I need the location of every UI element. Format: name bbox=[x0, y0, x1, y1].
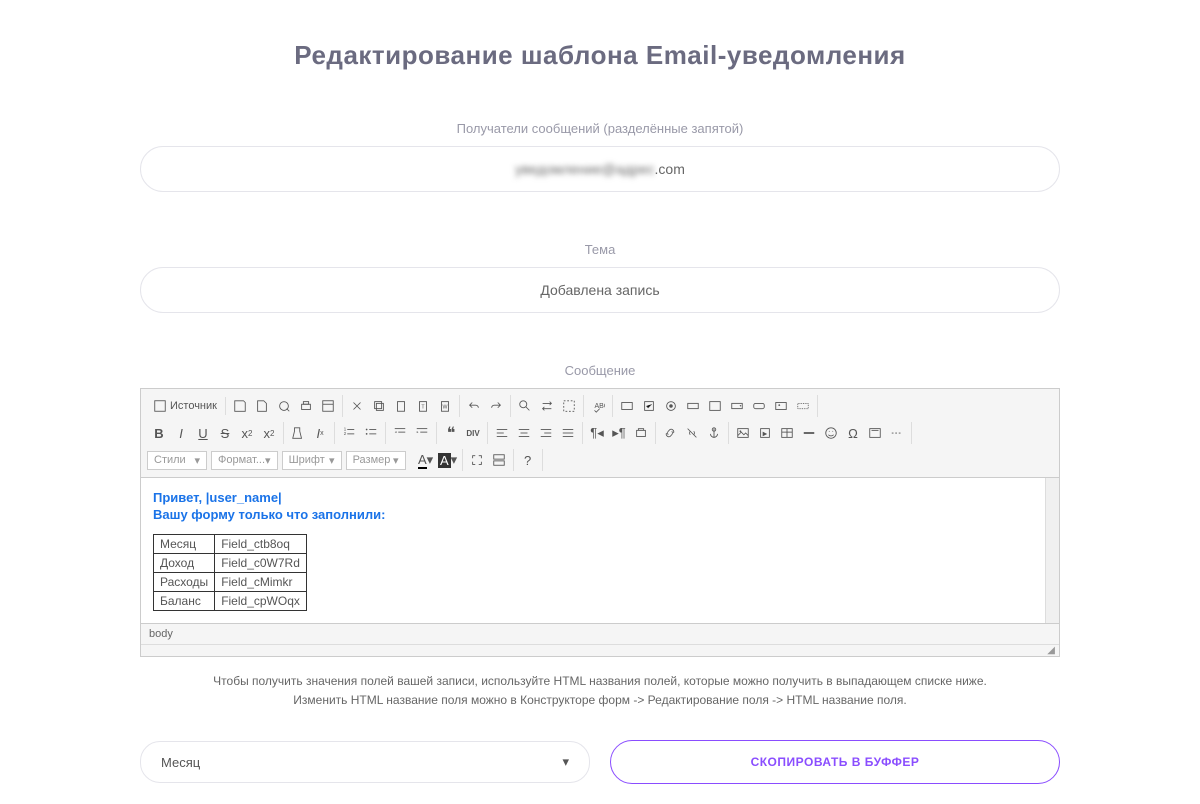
recipients-label: Получатели сообщений (разделённые запято… bbox=[140, 121, 1060, 136]
select-all-icon[interactable] bbox=[558, 395, 580, 417]
format-dropdown[interactable]: Формат...▾ bbox=[211, 451, 278, 470]
align-right-icon[interactable] bbox=[535, 422, 557, 444]
resize-handle[interactable]: ◢ bbox=[141, 644, 1059, 656]
subscript-icon[interactable]: x2 bbox=[236, 422, 258, 444]
subject-label: Тема bbox=[140, 242, 1060, 257]
outdent-icon[interactable] bbox=[389, 422, 411, 444]
svg-text:▶: ▶ bbox=[763, 431, 768, 438]
subject-input[interactable]: Добавлена запись bbox=[140, 267, 1060, 313]
styles-dropdown[interactable]: Стили▾ bbox=[147, 451, 207, 470]
preview-icon[interactable] bbox=[273, 395, 295, 417]
table-row: МесяцField_ctb8oq bbox=[154, 535, 307, 554]
textfield-icon[interactable] bbox=[682, 395, 704, 417]
underline-icon[interactable]: U bbox=[192, 422, 214, 444]
radio-icon[interactable] bbox=[660, 395, 682, 417]
align-left-icon[interactable] bbox=[491, 422, 513, 444]
editor-table: МесяцField_ctb8oq ДоходField_c0W7Rd Расх… bbox=[153, 534, 307, 611]
undo-icon[interactable] bbox=[463, 395, 485, 417]
paste-word-icon[interactable]: W bbox=[434, 395, 456, 417]
show-blocks-icon[interactable] bbox=[488, 449, 510, 471]
svg-text:W: W bbox=[442, 405, 447, 411]
table-row: РасходыField_cMimkr bbox=[154, 573, 307, 592]
language-icon[interactable] bbox=[630, 422, 652, 444]
image-button-icon[interactable] bbox=[770, 395, 792, 417]
unlink-icon[interactable] bbox=[681, 422, 703, 444]
checkbox-icon[interactable] bbox=[638, 395, 660, 417]
align-justify-icon[interactable] bbox=[557, 422, 579, 444]
scrollbar[interactable] bbox=[1045, 478, 1059, 623]
editor-content-area[interactable]: Привет, |user_name| Вашу форму только чт… bbox=[141, 478, 1059, 623]
about-icon[interactable]: ? bbox=[517, 449, 539, 471]
replace-icon[interactable] bbox=[536, 395, 558, 417]
div-icon[interactable]: DIV bbox=[462, 422, 484, 444]
italic-icon[interactable]: I bbox=[170, 422, 192, 444]
paste-text-icon[interactable]: T bbox=[412, 395, 434, 417]
iframe-icon[interactable] bbox=[864, 422, 886, 444]
paste-icon[interactable] bbox=[390, 395, 412, 417]
source-button[interactable]: Источник bbox=[148, 397, 222, 415]
editor-path-bar: body bbox=[141, 623, 1059, 644]
hr-icon[interactable] bbox=[798, 422, 820, 444]
align-center-icon[interactable] bbox=[513, 422, 535, 444]
field-select[interactable]: Месяц ▾ bbox=[140, 741, 590, 783]
textarea-icon[interactable] bbox=[704, 395, 726, 417]
recipients-input[interactable]: уведомление@адрес.com bbox=[140, 146, 1060, 192]
link-icon[interactable] bbox=[659, 422, 681, 444]
find-icon[interactable] bbox=[514, 395, 536, 417]
editor-subhead: Вашу форму только что заполнили: bbox=[153, 507, 1047, 522]
help-text: Чтобы получить значения полей вашей запи… bbox=[140, 672, 1060, 710]
form-icon[interactable] bbox=[616, 395, 638, 417]
spellcheck-icon[interactable]: ABC bbox=[587, 395, 609, 417]
special-char-icon[interactable]: Ω bbox=[842, 422, 864, 444]
editor-path[interactable]: body bbox=[149, 628, 173, 640]
editor-greeting: Привет, |user_name| bbox=[153, 490, 1047, 505]
save-icon[interactable] bbox=[229, 395, 251, 417]
indent-icon[interactable] bbox=[411, 422, 433, 444]
rich-text-editor: Источник T W bbox=[140, 388, 1060, 657]
numbered-list-icon[interactable]: 12 bbox=[338, 422, 360, 444]
image-icon[interactable] bbox=[732, 422, 754, 444]
editor-toolbar: Источник T W bbox=[141, 389, 1059, 478]
field-select-value: Месяц bbox=[161, 755, 200, 770]
svg-text:2: 2 bbox=[344, 431, 347, 436]
source-label: Источник bbox=[170, 400, 217, 412]
smiley-icon[interactable] bbox=[820, 422, 842, 444]
recipients-value-suffix: .com bbox=[655, 161, 685, 177]
recipients-value-blurred: уведомление@адрес bbox=[515, 161, 654, 177]
maximize-icon[interactable] bbox=[466, 449, 488, 471]
bg-color-icon[interactable]: A▾ bbox=[437, 449, 459, 471]
button-icon[interactable] bbox=[748, 395, 770, 417]
pagebreak-icon[interactable] bbox=[886, 422, 908, 444]
table-row: ДоходField_c0W7Rd bbox=[154, 554, 307, 573]
copy-to-buffer-button[interactable]: СКОПИРОВАТЬ В БУФФЕР bbox=[610, 740, 1060, 784]
font-dropdown[interactable]: Шрифт▾ bbox=[282, 451, 342, 470]
anchor-icon[interactable] bbox=[703, 422, 725, 444]
ltr-icon[interactable]: ¶◂ bbox=[586, 422, 608, 444]
remove-format-icon[interactable]: Ix bbox=[309, 422, 331, 444]
table-row: БалансField_cpWOqx bbox=[154, 592, 307, 611]
table-icon[interactable] bbox=[776, 422, 798, 444]
cut-icon[interactable] bbox=[346, 395, 368, 417]
rtl-icon[interactable]: ▸¶ bbox=[608, 422, 630, 444]
bold-icon[interactable]: B bbox=[148, 422, 170, 444]
chevron-down-icon: ▾ bbox=[562, 754, 569, 770]
new-page-icon[interactable] bbox=[251, 395, 273, 417]
copy-icon[interactable] bbox=[368, 395, 390, 417]
page-title: Редактирование шаблона Email-уведомления bbox=[140, 40, 1060, 71]
copy-format-icon[interactable] bbox=[287, 422, 309, 444]
bullet-list-icon[interactable] bbox=[360, 422, 382, 444]
flash-icon[interactable]: ▶ bbox=[754, 422, 776, 444]
message-label: Сообщение bbox=[140, 363, 1060, 378]
size-dropdown[interactable]: Размер▾ bbox=[346, 451, 406, 470]
strike-icon[interactable]: S bbox=[214, 422, 236, 444]
superscript-icon[interactable]: x2 bbox=[258, 422, 280, 444]
hidden-field-icon[interactable] bbox=[792, 395, 814, 417]
print-icon[interactable] bbox=[295, 395, 317, 417]
svg-text:T: T bbox=[421, 405, 425, 411]
select-icon[interactable] bbox=[726, 395, 748, 417]
templates-icon[interactable] bbox=[317, 395, 339, 417]
text-color-icon[interactable]: A▾ bbox=[415, 449, 437, 471]
redo-icon[interactable] bbox=[485, 395, 507, 417]
blockquote-icon[interactable]: ❝ bbox=[440, 422, 462, 444]
